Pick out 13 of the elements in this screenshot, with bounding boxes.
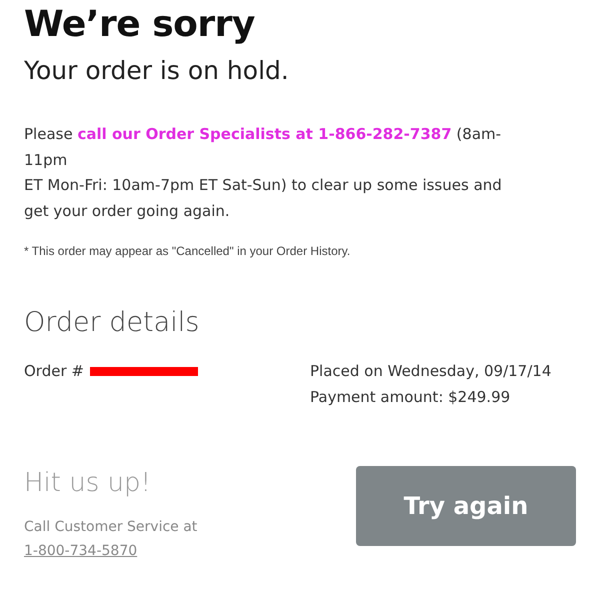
cancel-note: * This order may appear as "Cancelled" in your Order History. xyxy=(24,244,352,258)
order-label: Order # xyxy=(24,361,84,382)
status-subtitle: Your order is on hold. xyxy=(24,55,290,87)
contact-text: Call Customer Service at xyxy=(24,518,198,537)
contact-heading: Hit us up! xyxy=(24,467,152,500)
page-title: We’re sorry xyxy=(24,3,256,47)
section-heading: Order details xyxy=(24,306,200,340)
hold-message: Please call our Order Specialists at 1-866-282-7387 (8am- 11pm ET Mon-Fri: 10am-7pm ET Sat-Sun) to clear up some issues and get your order going again. xyxy=(24,124,503,222)
try-again-button[interactable]: Try again xyxy=(356,466,576,546)
order-specialists-link[interactable]: call our Order Specialists at 1-866-282-7387 xyxy=(77,125,452,143)
payment-amount: Payment amount: $249.99 xyxy=(310,387,512,408)
placed-date: Placed on Wednesday, 09/17/14 xyxy=(310,361,552,382)
phone-link[interactable]: 1-800-734-5870 xyxy=(24,543,138,559)
